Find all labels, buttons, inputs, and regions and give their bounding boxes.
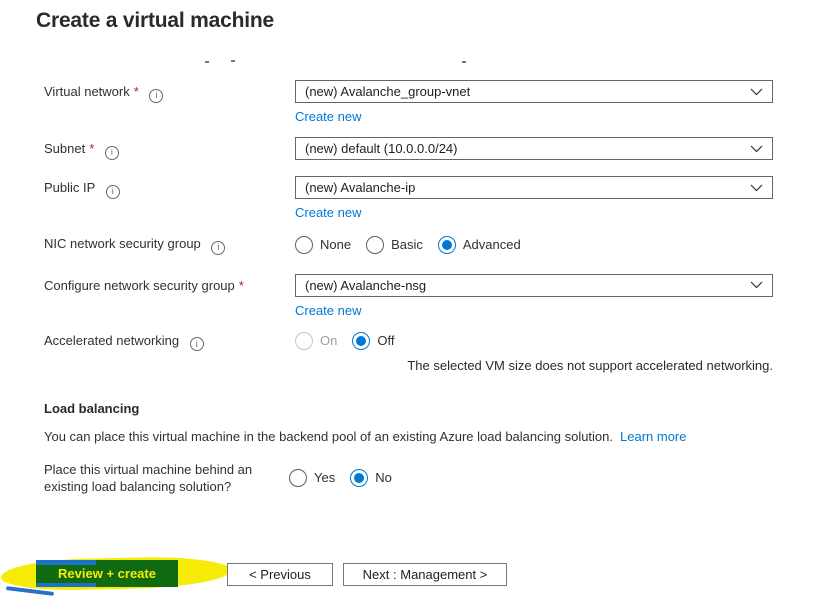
public-ip-select[interactable]: (new) Avalanche-ip (295, 176, 773, 199)
radio-icon (295, 332, 313, 351)
previous-button[interactable]: < Previous (227, 563, 333, 586)
virtual-network-select[interactable]: (new) Avalanche_group-vnet (295, 80, 773, 103)
load-balancer-radio-no[interactable]: No (350, 469, 392, 487)
chevron-down-icon (750, 281, 763, 289)
load-balancer-question-label: Place this virtual machine behind an exi… (44, 462, 253, 494)
radio-icon (289, 469, 307, 487)
radio-icon (350, 469, 369, 487)
field-row-accelerated-networking: Accelerated networking i On Off (0, 332, 828, 351)
nic-nsg-radio-none[interactable]: None (295, 235, 351, 254)
review-create-button[interactable]: Review + create (36, 560, 178, 587)
nic-nsg-radio-group: None Basic Advanced (295, 235, 773, 254)
nic-nsg-radio-advanced[interactable]: Advanced (437, 235, 521, 254)
configure-nsg-label: Configure network security group * (44, 277, 244, 293)
virtual-network-value: (new) Avalanche_group-vnet (305, 84, 471, 99)
required-asterisk: * (238, 277, 244, 293)
load-balancer-radio-group: Yes No (289, 469, 767, 487)
info-icon[interactable]: i (149, 88, 164, 103)
info-icon[interactable]: i (189, 337, 204, 351)
load-balancing-description: You can place this virtual machine in th… (44, 429, 687, 444)
load-balancing-heading: Load balancing (44, 401, 140, 416)
chevron-down-icon (750, 184, 763, 191)
subnet-label: Subnet * i (44, 137, 295, 160)
radio-icon (352, 332, 371, 351)
footer-button-bar: Review + create < Previous Next : Manage… (0, 555, 828, 596)
required-asterisk: * (89, 141, 95, 156)
chevron-down-icon (750, 88, 763, 95)
virtual-network-label: Virtual network * i (44, 80, 295, 103)
learn-more-link[interactable]: Learn more (620, 429, 686, 444)
next-management-button[interactable]: Next : Management > (343, 563, 507, 586)
subnet-select[interactable]: (new) default (10.0.0.0/24) (295, 137, 773, 160)
info-icon[interactable]: i (104, 145, 119, 160)
accelerated-networking-radio-group: On Off (295, 332, 773, 351)
field-row-configure-nsg: Configure network security group * (new) … (0, 273, 828, 319)
accelerated-networking-radio-on: On (295, 332, 337, 351)
info-icon[interactable]: i (211, 240, 226, 255)
info-icon[interactable]: i (105, 184, 120, 199)
accelerated-networking-label: Accelerated networking i (44, 332, 295, 351)
radio-icon (366, 235, 385, 254)
load-balancer-radio-yes[interactable]: Yes (289, 469, 335, 487)
field-row-virtual-network: Virtual network * i (new) Avalanche_group… (0, 80, 828, 125)
public-ip-label: Public IP i (44, 176, 295, 199)
public-ip-create-new-link[interactable]: Create new (295, 204, 361, 221)
clipped-text-remnant (462, 61, 466, 63)
field-row-nic-nsg: NIC network security group i None Basic … (0, 235, 828, 255)
accelerated-networking-radio-off[interactable]: Off (352, 332, 394, 351)
configure-nsg-select[interactable]: (new) Avalanche-nsg (295, 273, 773, 297)
field-row-public-ip: Public IP i (new) Avalanche-ip Create ne… (0, 176, 828, 221)
required-asterisk: * (133, 84, 139, 99)
clipped-text-remnant (205, 61, 209, 63)
chevron-down-icon (750, 145, 763, 152)
field-row-load-balancer-question: Place this virtual machine behind an exi… (0, 461, 828, 495)
page-title: Create a virtual machine (36, 9, 274, 32)
nic-nsg-radio-basic[interactable]: Basic (366, 235, 423, 254)
public-ip-value: (new) Avalanche-ip (305, 180, 416, 195)
virtual-network-create-new-link[interactable]: Create new (295, 108, 361, 125)
radio-icon (295, 235, 313, 254)
nic-nsg-label: NIC network security group i (44, 235, 295, 255)
configure-nsg-create-new-link[interactable]: Create new (295, 302, 361, 319)
accelerated-networking-note: The selected VM size does not support ac… (407, 358, 773, 373)
networking-form: Virtual network * i (new) Avalanche_group… (0, 80, 828, 495)
subnet-value: (new) default (10.0.0.0/24) (305, 141, 458, 156)
configure-nsg-value: (new) Avalanche-nsg (305, 277, 427, 293)
clipped-text-remnant (231, 60, 235, 62)
radio-icon (437, 235, 456, 254)
field-row-subnet: Subnet * i (new) default (10.0.0.0/24) (0, 137, 828, 160)
